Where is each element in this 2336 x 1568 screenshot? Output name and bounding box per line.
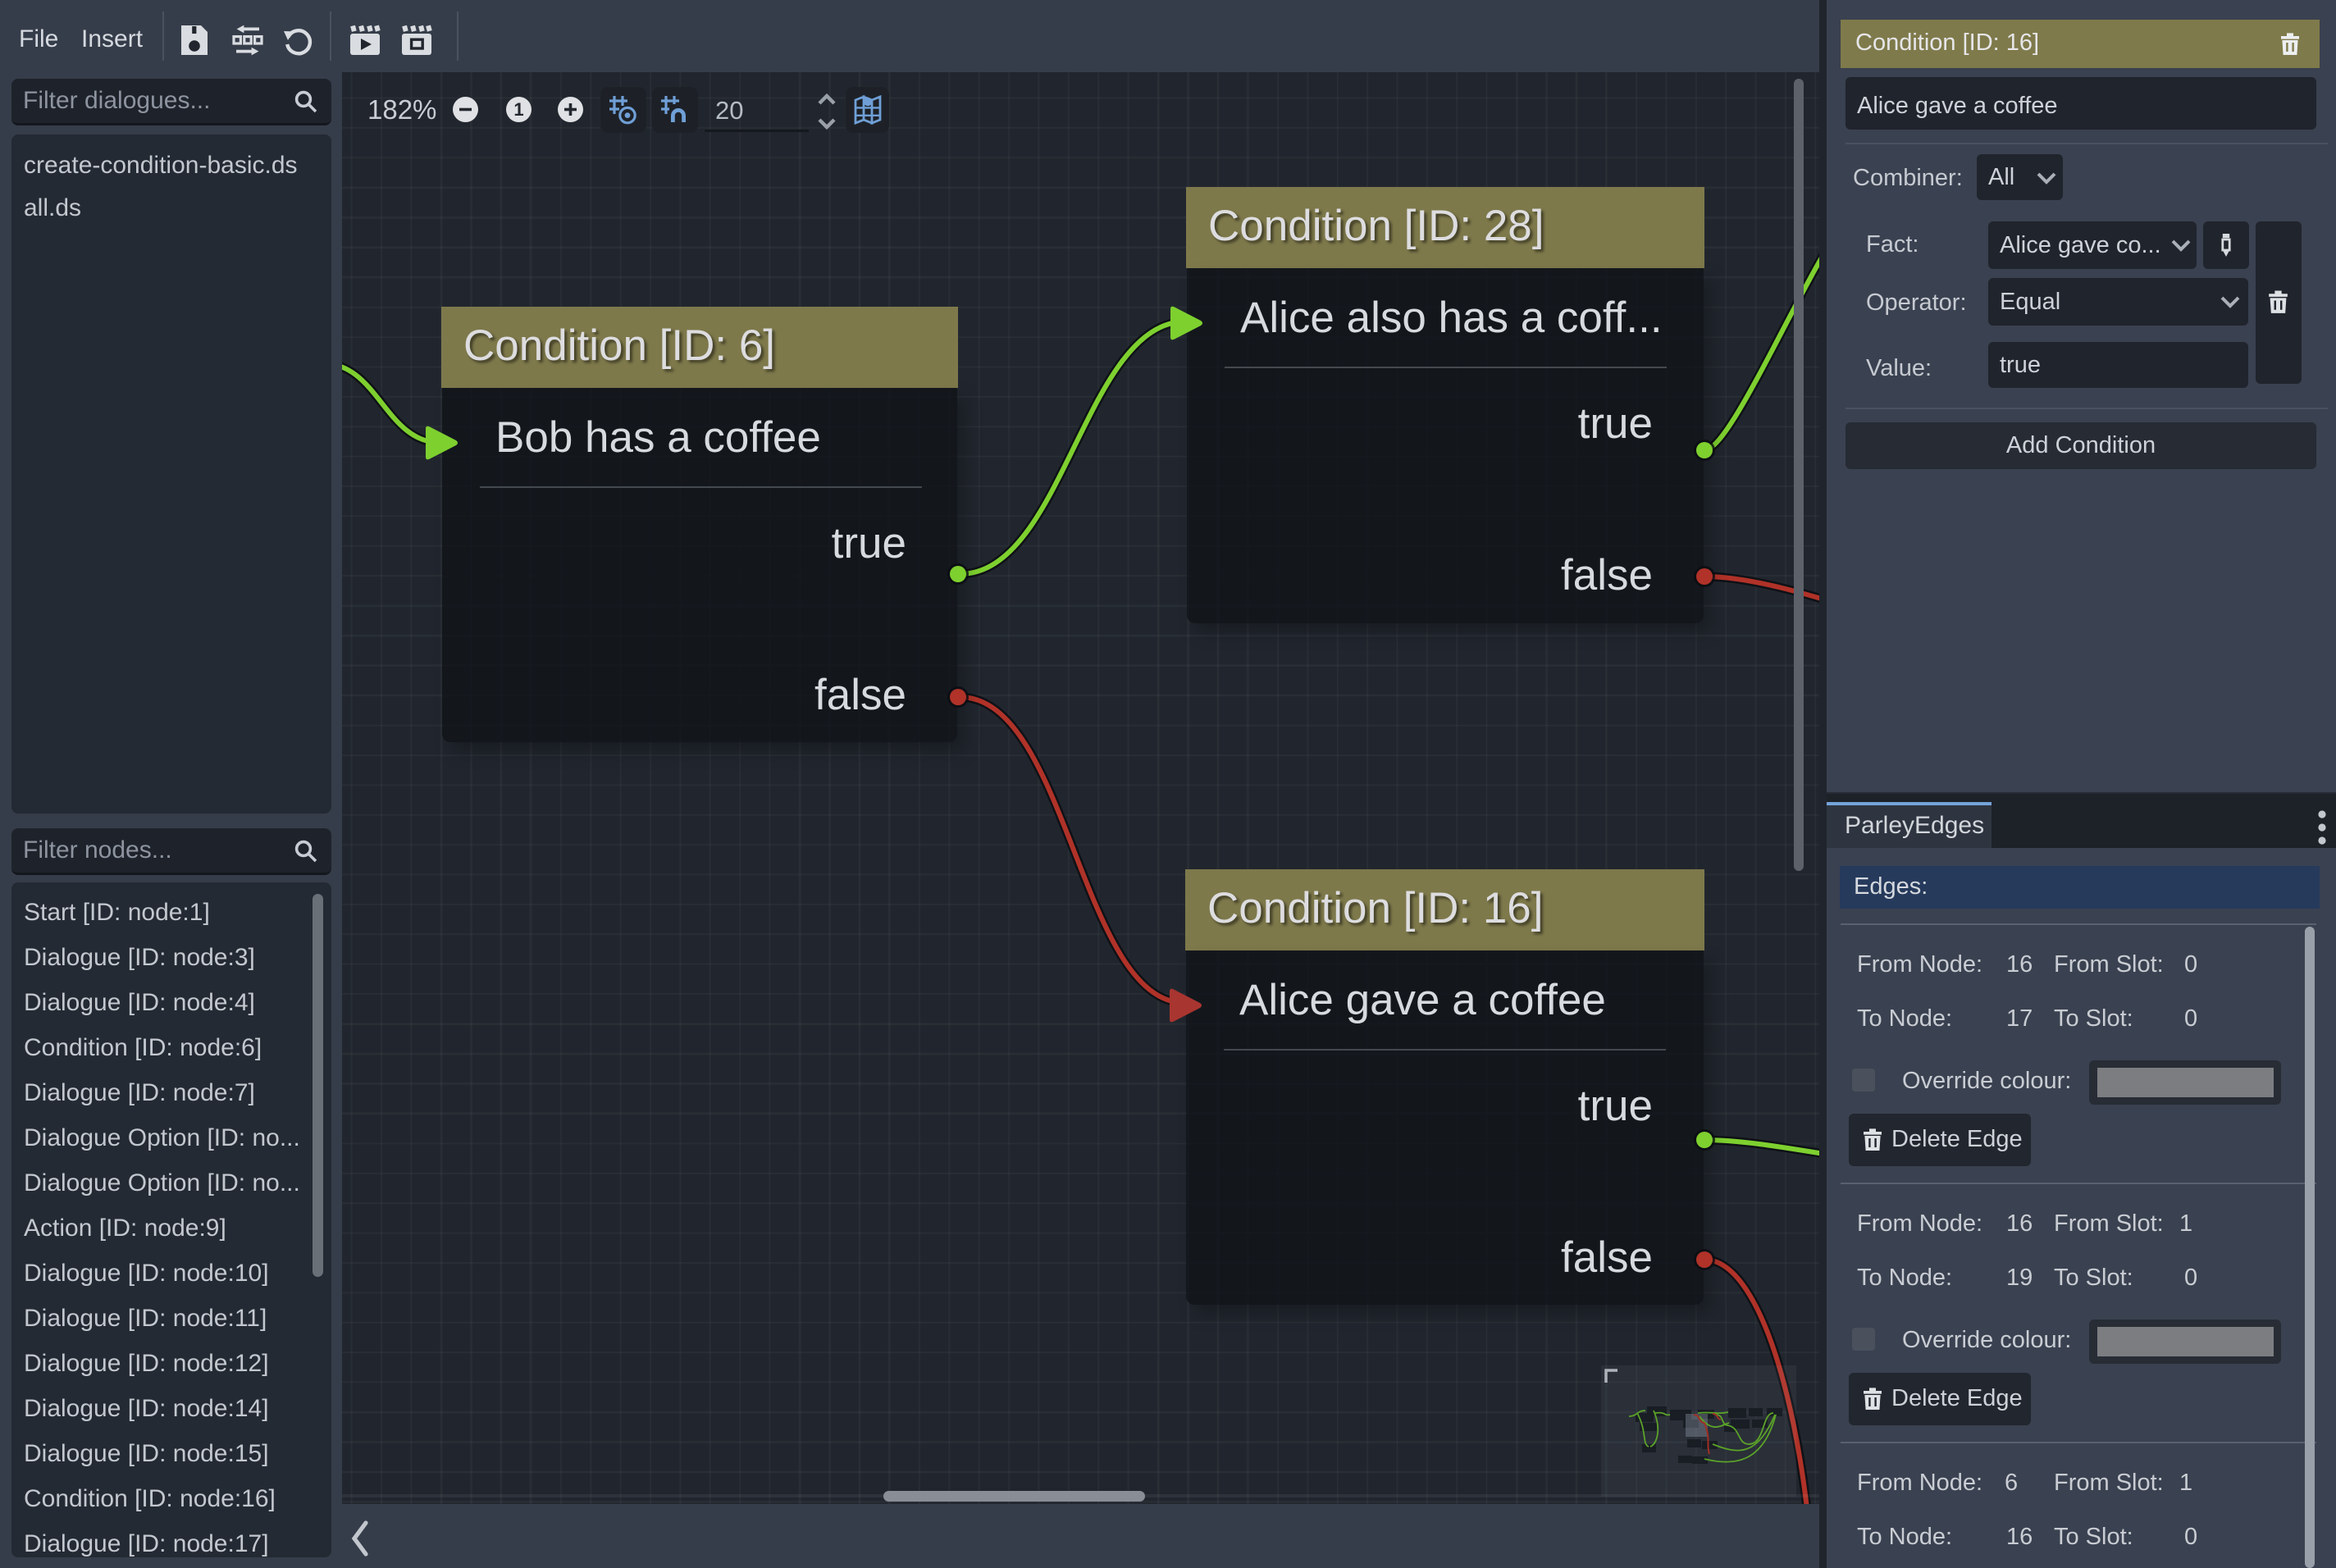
svg-text:1: 1 [513, 99, 523, 120]
